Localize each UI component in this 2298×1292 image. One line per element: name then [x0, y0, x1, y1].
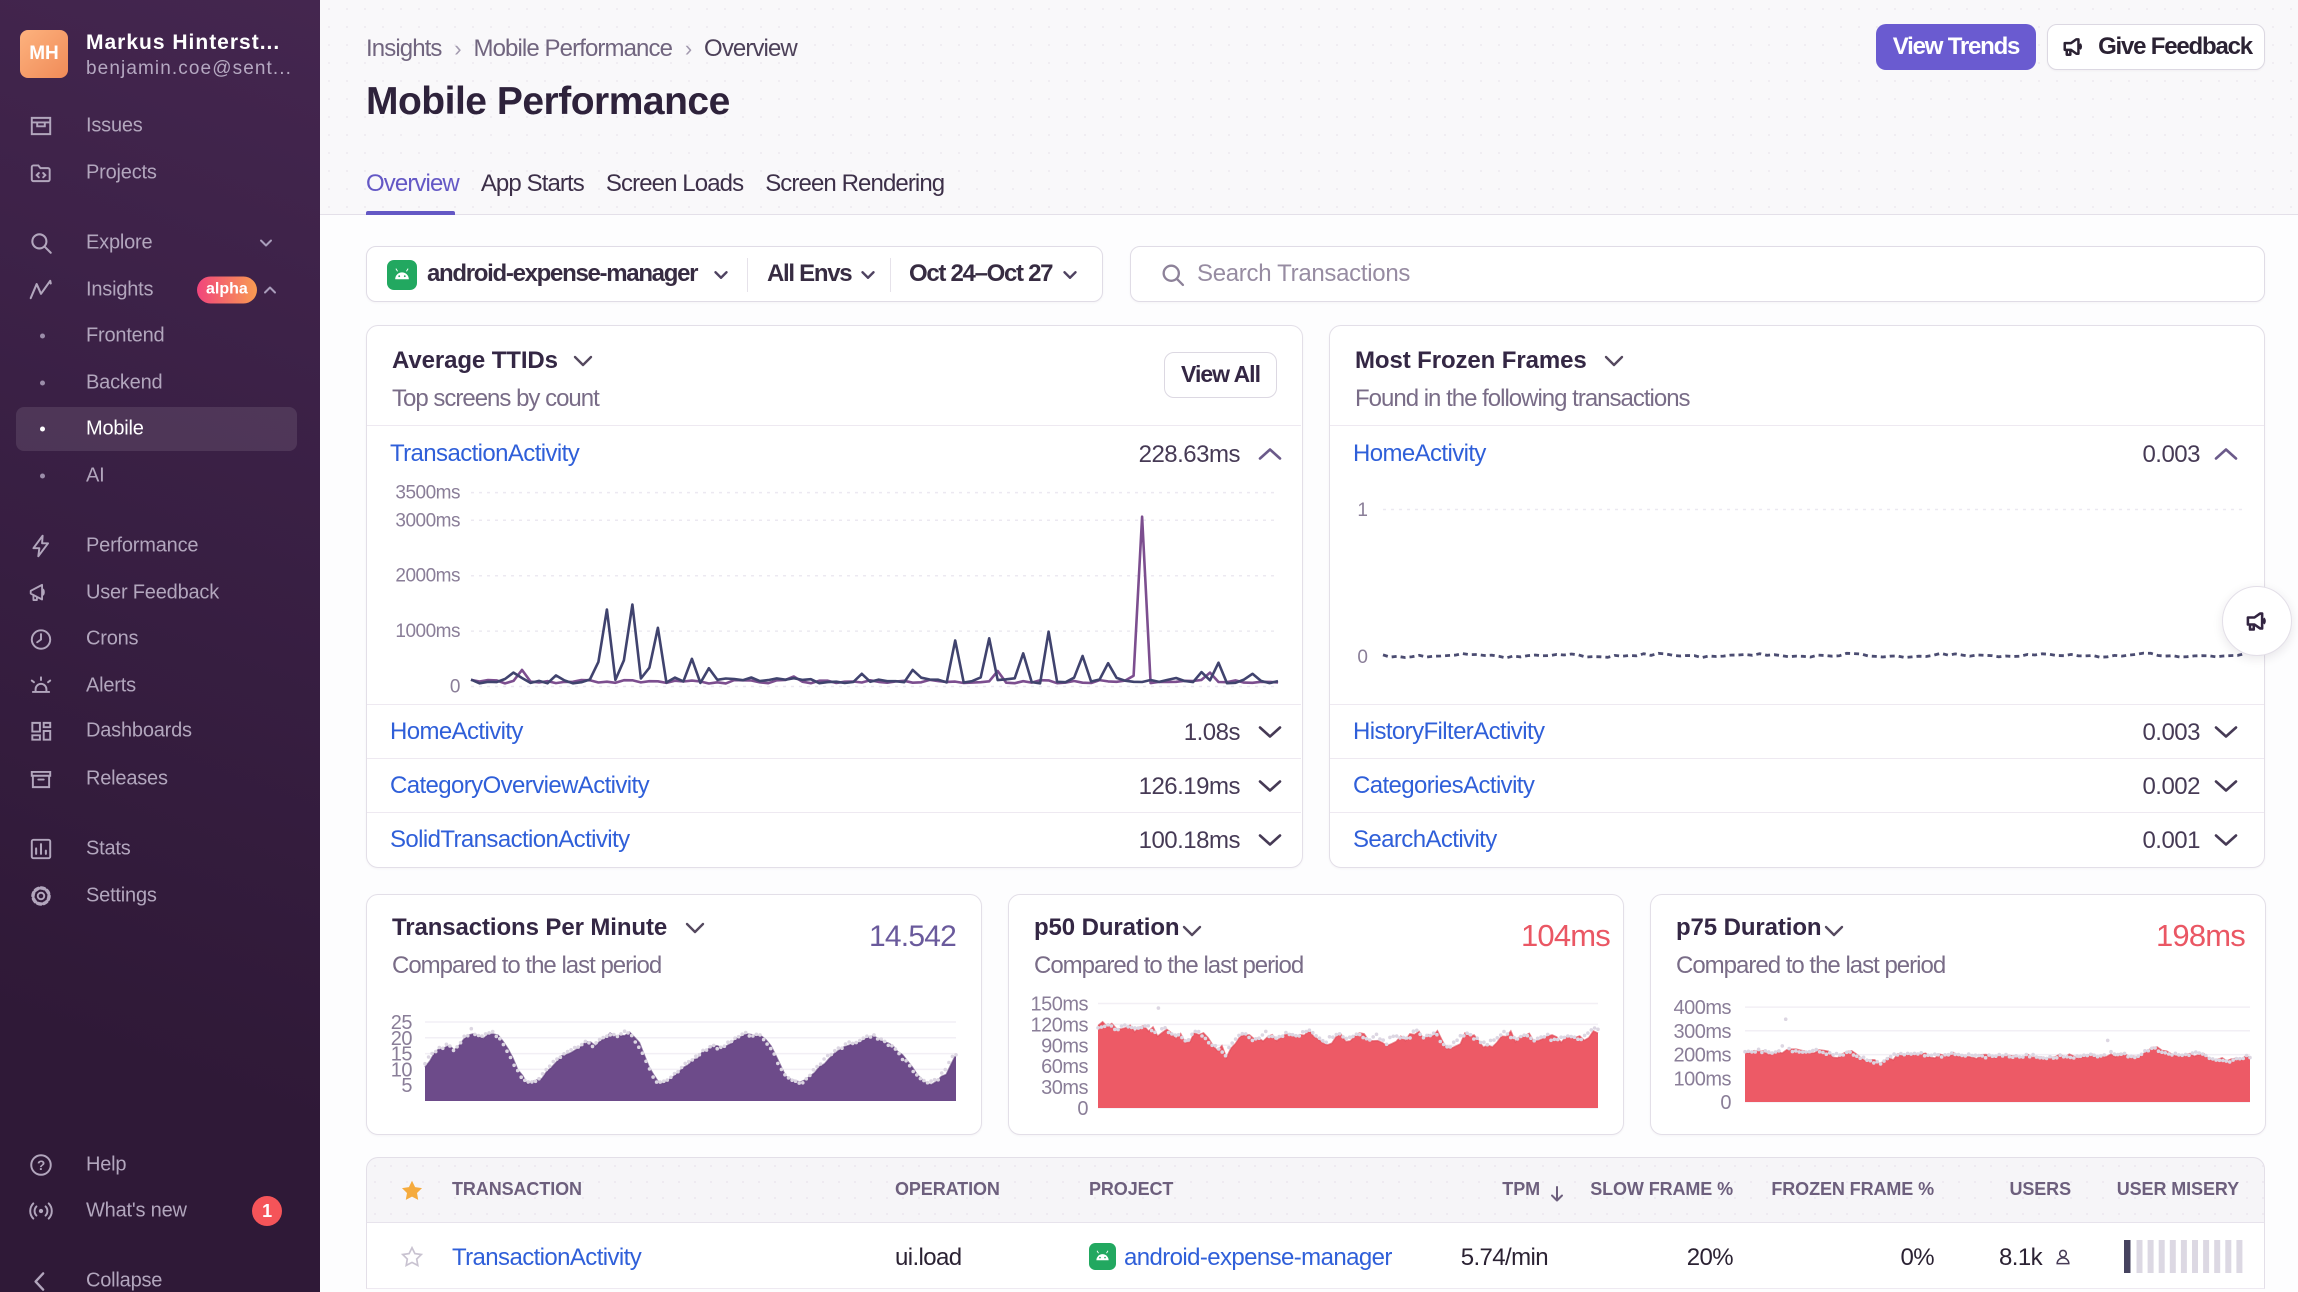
- svg-text:0: 0: [1720, 1092, 1731, 1114]
- svg-text:1000ms: 1000ms: [395, 621, 460, 642]
- svg-text:150ms: 150ms: [1030, 994, 1088, 1016]
- svg-text:90ms: 90ms: [1041, 1035, 1088, 1057]
- svg-text:3500ms: 3500ms: [395, 483, 460, 504]
- svg-text:400ms: 400ms: [1673, 997, 1731, 1019]
- svg-text:5: 5: [401, 1075, 412, 1097]
- svg-text:60ms: 60ms: [1041, 1056, 1088, 1078]
- svg-text:300ms: 300ms: [1673, 1021, 1731, 1043]
- svg-text:100ms: 100ms: [1673, 1068, 1731, 1090]
- svg-text:120ms: 120ms: [1030, 1014, 1088, 1036]
- svg-text:?: ?: [37, 1158, 45, 1173]
- svg-text:0: 0: [1077, 1098, 1088, 1115]
- svg-text:3000ms: 3000ms: [395, 510, 460, 531]
- svg-text:200ms: 200ms: [1673, 1045, 1731, 1067]
- svg-text:30ms: 30ms: [1041, 1077, 1088, 1099]
- svg-text:1: 1: [1357, 500, 1368, 521]
- svg-text:0: 0: [1357, 647, 1368, 668]
- svg-text:2000ms: 2000ms: [395, 566, 460, 587]
- svg-text:0: 0: [450, 677, 460, 698]
